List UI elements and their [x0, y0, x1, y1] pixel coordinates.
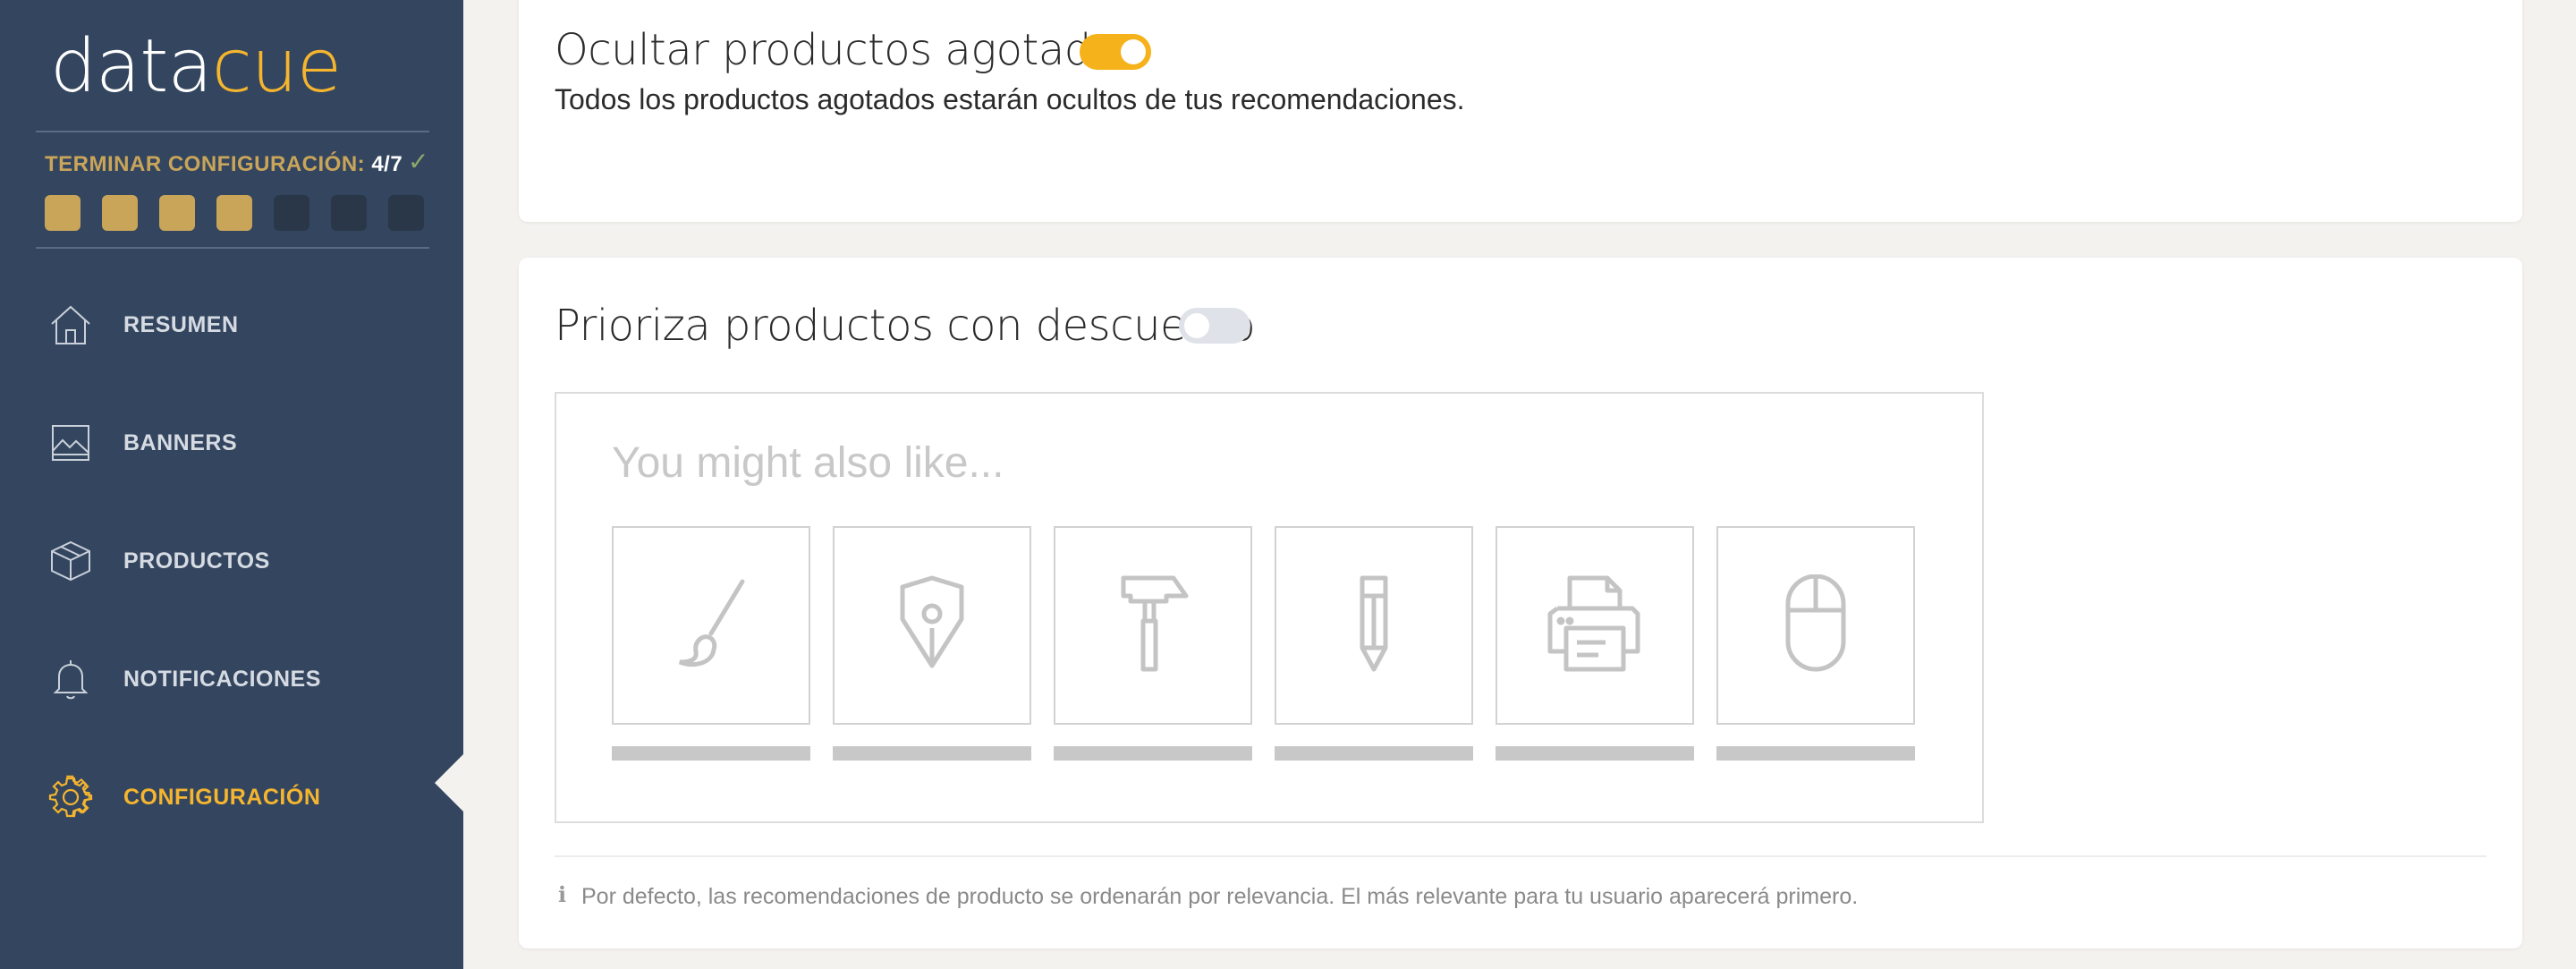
setup-step-2[interactable] [102, 195, 138, 231]
preview-product-tile [1716, 526, 1915, 725]
preview-title: You might also like... [612, 439, 1004, 487]
info-icon: ℹ [558, 882, 567, 907]
preview-product-name-placeholder [1275, 746, 1473, 761]
setup-step-1[interactable] [45, 195, 80, 231]
preview-product-name-placeholder [612, 746, 810, 761]
preview-product-tile [1496, 526, 1694, 725]
preview-product-tile [1054, 526, 1252, 725]
preview-product [1496, 526, 1694, 761]
setup-progress-count: 4/7 [371, 152, 403, 176]
preview-product-name-placeholder [1716, 746, 1915, 761]
setup-progress-label[interactable]: TERMINAR CONFIGURACIÓN: 4/7 [45, 152, 402, 177]
nav-label-resumen: RESUMEN [123, 311, 239, 337]
hammer-icon [1104, 574, 1202, 677]
preview-product [1054, 526, 1252, 761]
sidebar-divider-top [36, 131, 429, 132]
nav-label-configuracion: CONFIGURACIÓN [123, 784, 321, 810]
datacue-logo[interactable]: datacue [50, 24, 343, 109]
prioritize-discounts-toggle[interactable] [1179, 308, 1250, 344]
bell-icon [47, 655, 95, 703]
preview-product-tile [1275, 526, 1473, 725]
box-icon [47, 537, 95, 585]
setup-step-5[interactable] [274, 195, 309, 231]
preview-product-tile [612, 526, 810, 725]
toggle-knob [1184, 313, 1209, 338]
nav-item-productos[interactable]: PRODUCTOS [47, 534, 440, 588]
preview-product-name-placeholder [1054, 746, 1252, 761]
card-divider [555, 855, 2487, 857]
setup-progress-text: TERMINAR CONFIGURACIÓN: [45, 152, 366, 176]
preview-product-name-placeholder [1496, 746, 1694, 761]
sidebar-divider-bottom [36, 247, 429, 249]
image-icon [47, 419, 95, 467]
printer-icon [1541, 574, 1648, 677]
logo-text-data: data [50, 24, 213, 109]
gear-icon [47, 773, 95, 821]
pen-nib-icon [883, 574, 981, 677]
nav-item-banners[interactable]: BANNERS [47, 416, 440, 470]
logo-text-cue: cue [211, 24, 343, 109]
nav-label-banners: BANNERS [123, 429, 238, 455]
nav-item-configuracion[interactable]: CONFIGURACIÓN [47, 770, 440, 824]
hide-out-of-stock-description: Todos los productos agotados estarán ocu… [555, 83, 1465, 115]
preview-product [1275, 526, 1473, 761]
hide-out-of-stock-card: Ocultar productos agotados Todos los pro… [519, 0, 2522, 222]
sidebar: datacue TERMINAR CONFIGURACIÓN: 4/7 ✓ RE… [0, 0, 463, 969]
hide-out-of-stock-title: Ocultar productos agotados [555, 25, 1140, 75]
active-nav-indicator [435, 754, 463, 812]
setup-step-4[interactable] [216, 195, 252, 231]
preview-product [833, 526, 1031, 761]
preview-product-name-placeholder [833, 746, 1031, 761]
toggle-knob [1121, 39, 1146, 64]
prioritize-discounts-title: Prioriza productos con descuento [555, 301, 1256, 351]
nav-label-notificaciones: NOTIFICACIONES [123, 666, 321, 692]
preview-product [1716, 526, 1915, 761]
mouse-icon [1767, 574, 1865, 677]
setup-step-7[interactable] [388, 195, 424, 231]
nav-label-productos: PRODUCTOS [123, 548, 270, 574]
preview-product [612, 526, 810, 761]
recommendation-preview: You might also like... [555, 392, 1984, 823]
pencil-icon [1325, 574, 1423, 677]
setup-step-3[interactable] [159, 195, 195, 231]
prioritize-discounts-info-text: Por defecto, las recomendaciones de prod… [581, 884, 1859, 909]
paintbrush-icon [662, 574, 760, 677]
setup-steps [45, 195, 424, 231]
check-icon: ✓ [408, 148, 429, 175]
nav-item-notificaciones[interactable]: NOTIFICACIONES [47, 652, 440, 706]
preview-product-tile [833, 526, 1031, 725]
preview-tiles [612, 526, 1915, 761]
hide-out-of-stock-toggle[interactable] [1080, 34, 1151, 70]
nav-item-resumen[interactable]: RESUMEN [47, 298, 440, 352]
setup-step-6[interactable] [331, 195, 367, 231]
prioritize-discounts-card: Prioriza productos con descuento You mig… [519, 258, 2522, 948]
home-icon [47, 301, 95, 349]
